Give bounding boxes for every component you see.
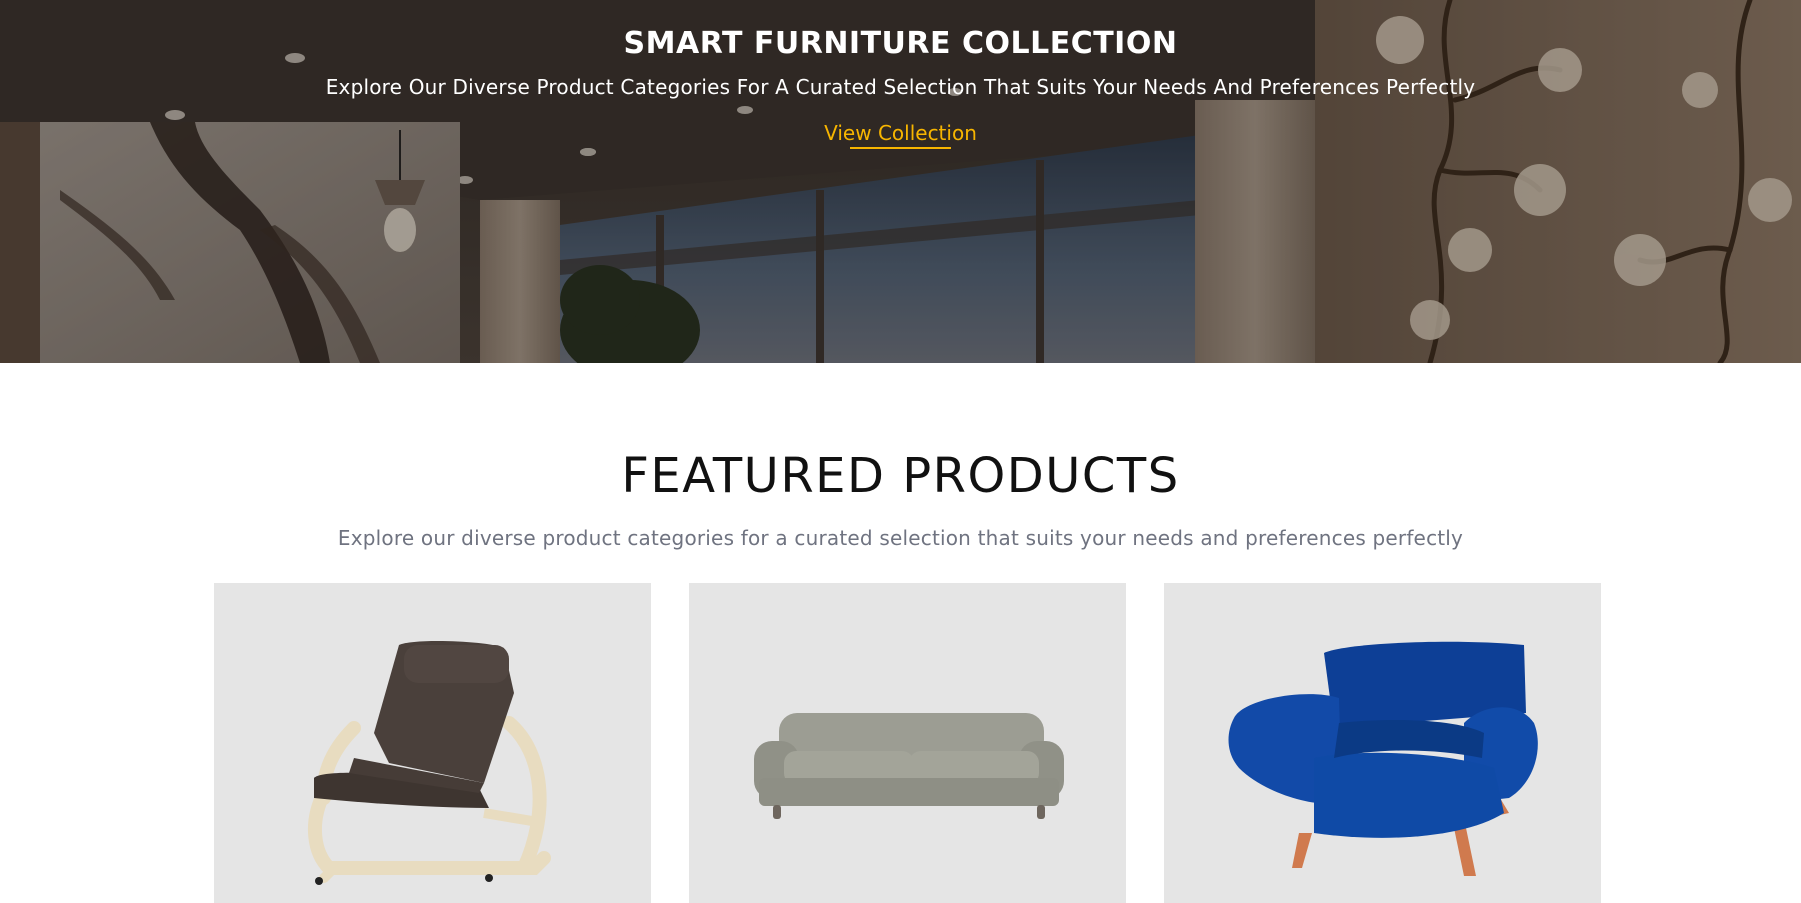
product-card[interactable] <box>214 583 651 903</box>
sofa-gray-three-seat-icon <box>754 713 1064 819</box>
featured-products-section: FEATURED PRODUCTS Explore our diverse pr… <box>0 363 1801 903</box>
hero-title: SMART FURNITURE COLLECTION <box>623 26 1178 61</box>
view-collection-link[interactable]: View Collection <box>824 121 977 149</box>
product-card[interactable] <box>1164 583 1601 903</box>
hero-subtitle: Explore Our Diverse Product Categories F… <box>325 75 1476 99</box>
product-card[interactable] <box>689 583 1126 903</box>
armchair-blue-velvet-icon <box>1228 641 1538 876</box>
hero-content: SMART FURNITURE COLLECTION Explore Our D… <box>0 0 1801 149</box>
featured-subtitle: Explore our diverse product categories f… <box>337 526 1464 550</box>
armchair-rocking-brown-leather-icon <box>307 641 551 885</box>
hero-banner: SMART FURNITURE COLLECTION Explore Our D… <box>0 0 1801 363</box>
product-grid <box>214 583 1601 903</box>
featured-title: FEATURED PRODUCTS <box>621 448 1180 504</box>
